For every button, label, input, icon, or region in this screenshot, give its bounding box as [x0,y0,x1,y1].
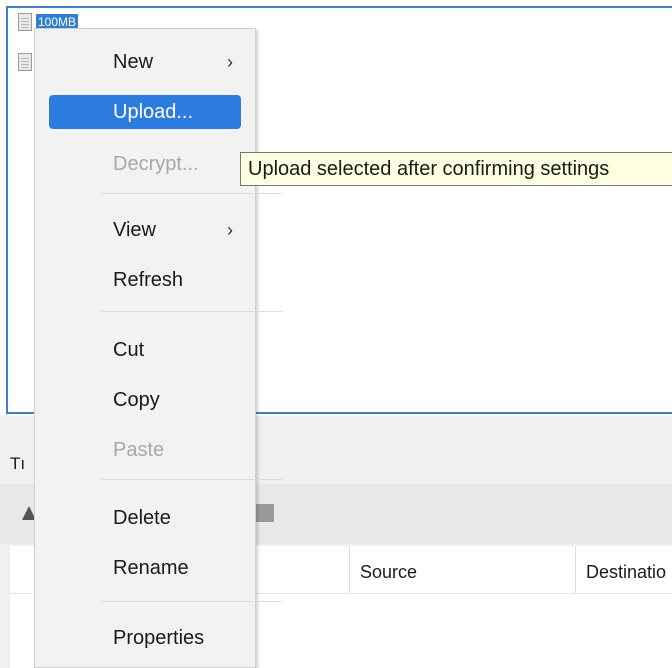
file-icon [18,53,32,71]
menu-item-label: Copy [113,389,160,411]
menu-item-view[interactable]: View › [49,213,241,247]
menu-item-label: Rename [113,557,189,579]
menu-separator [101,601,283,602]
menu-item-label: New [113,51,154,73]
menu-item-rename[interactable]: Rename [49,551,241,585]
file-item[interactable] [18,52,32,72]
menu-item-upload[interactable]: Upload... [49,95,241,129]
menu-item-refresh[interactable]: Refresh [49,263,241,297]
tab-transfers[interactable]: Tı [10,454,25,474]
menu-item-properties[interactable]: Properties [49,621,241,655]
menu-item-paste: Paste [49,433,241,467]
menu-item-cut[interactable]: Cut [49,333,241,367]
file-icon [18,13,32,31]
menu-separator [101,479,283,480]
menu-separator [101,193,283,194]
column-header-source[interactable]: Source [350,546,576,594]
menu-item-label: Upload... [113,101,194,123]
menu-item-label: Properties [113,627,205,649]
menu-item-label: Decrypt... [113,153,199,175]
chevron-right-icon: › [227,52,233,72]
toolbar-stop-icon[interactable] [256,504,274,522]
menu-item-label: Delete [113,507,171,529]
menu-item-label: Cut [113,339,145,361]
menu-separator [101,311,283,312]
chevron-right-icon: › [227,220,233,240]
menu-item-copy[interactable]: Copy [49,383,241,417]
menu-item-label: Paste [113,439,165,461]
menu-item-decrypt: Decrypt... [49,147,241,181]
menu-item-delete[interactable]: Delete [49,501,241,535]
tooltip: Upload selected after confirming setting… [240,152,672,186]
context-menu: New › Upload... Decrypt... View › Refres… [34,28,283,668]
menu-item-label: Refresh [113,269,184,291]
menu-item-new[interactable]: New › [49,45,241,79]
column-header-destination[interactable]: Destinatio [576,546,672,594]
menu-item-label: View [113,219,156,241]
